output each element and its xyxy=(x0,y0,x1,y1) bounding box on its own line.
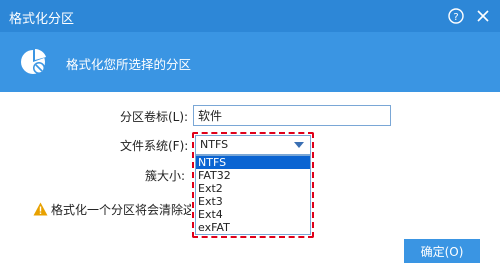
svg-text:?: ? xyxy=(453,12,458,23)
filesystem-option-exfat[interactable]: exFAT xyxy=(196,221,310,234)
partition-pie-icon xyxy=(21,49,46,74)
volume-label-input[interactable]: 软件 xyxy=(193,105,391,126)
volume-label-caption: 分区卷标(L): xyxy=(120,110,189,124)
help-icon: ? xyxy=(448,8,464,24)
chevron-down-icon[interactable] xyxy=(294,142,304,148)
filesystem-option-ntfs[interactable]: NTFS xyxy=(196,156,310,169)
title-bar: 格式化分区 ? xyxy=(0,0,500,32)
filesystem-option-ext2[interactable]: Ext2 xyxy=(196,182,310,195)
dialog-header: 格式化您所选择的分区 xyxy=(0,32,500,92)
filesystem-option-ext3[interactable]: Ext3 xyxy=(196,195,310,208)
filesystem-select[interactable]: NTFS xyxy=(195,135,311,155)
ok-button[interactable]: 确定(O) xyxy=(404,239,480,263)
filesystem-option-fat32[interactable]: FAT32 xyxy=(196,169,310,182)
header-subtitle: 格式化您所选择的分区 xyxy=(66,57,192,72)
close-button[interactable] xyxy=(473,6,493,26)
filesystem-option-ext4[interactable]: Ext4 xyxy=(196,208,310,221)
warning-triangle-icon xyxy=(33,202,48,216)
filesystem-dropdown-list: NTFS FAT32 Ext2 Ext3 Ext4 exFAT xyxy=(195,155,311,235)
window-title: 格式化分区 xyxy=(9,12,75,27)
filesystem-selected-value: NTFS xyxy=(200,138,229,151)
help-button[interactable]: ? xyxy=(446,6,466,26)
close-icon xyxy=(477,10,489,22)
warning-text: 格式化一个分区将会清除这 xyxy=(51,203,191,217)
cluster-size-caption: 簇大小: xyxy=(145,169,186,183)
filesystem-caption: 文件系统(F): xyxy=(120,139,189,153)
